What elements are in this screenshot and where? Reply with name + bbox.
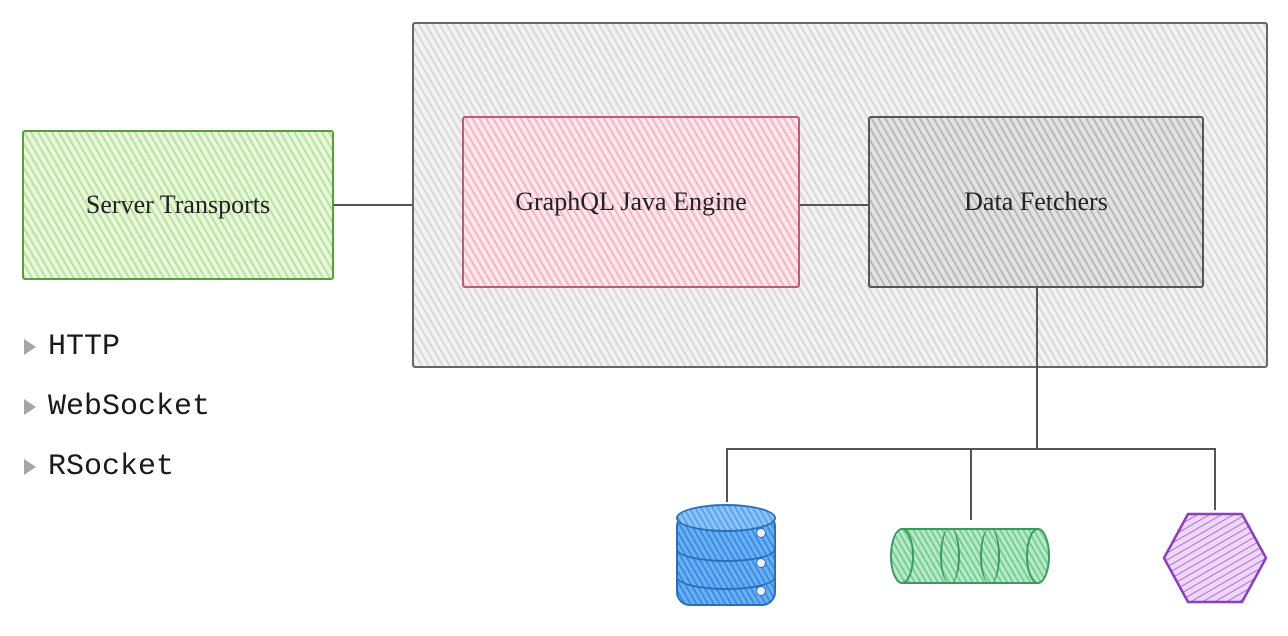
transport-label: RSocket — [48, 450, 174, 484]
hexagon-service-icon — [1160, 508, 1270, 613]
server-transports-box: Server Transports — [22, 130, 334, 280]
connector-fetchers-down — [1036, 288, 1038, 448]
message-queue-icon — [890, 528, 1050, 584]
data-fetchers-label: Data Fetchers — [964, 187, 1108, 217]
connector-transports-to-container — [334, 204, 412, 206]
graphql-engine-box: GraphQL Java Engine — [462, 116, 800, 288]
connector-branch-to-hex — [1214, 448, 1216, 510]
connector-engine-to-fetchers — [800, 204, 868, 206]
list-item: WebSocket — [24, 390, 210, 424]
transport-label: HTTP — [48, 330, 120, 364]
list-item: HTTP — [24, 330, 210, 364]
transports-bullet-list: HTTP WebSocket RSocket — [24, 330, 210, 510]
list-item: RSocket — [24, 450, 210, 484]
connector-branch-to-db — [726, 448, 728, 502]
transport-label: WebSocket — [48, 390, 210, 424]
data-fetchers-box: Data Fetchers — [868, 116, 1204, 288]
triangle-bullet-icon — [24, 399, 36, 415]
database-icon — [676, 516, 776, 606]
server-transports-label: Server Transports — [86, 190, 270, 220]
triangle-bullet-icon — [24, 459, 36, 475]
architecture-diagram: Server Transports GraphQL Java Engine Da… — [0, 0, 1288, 636]
graphql-engine-label: GraphQL Java Engine — [515, 187, 747, 217]
triangle-bullet-icon — [24, 339, 36, 355]
connector-branch-to-queue — [970, 448, 972, 520]
